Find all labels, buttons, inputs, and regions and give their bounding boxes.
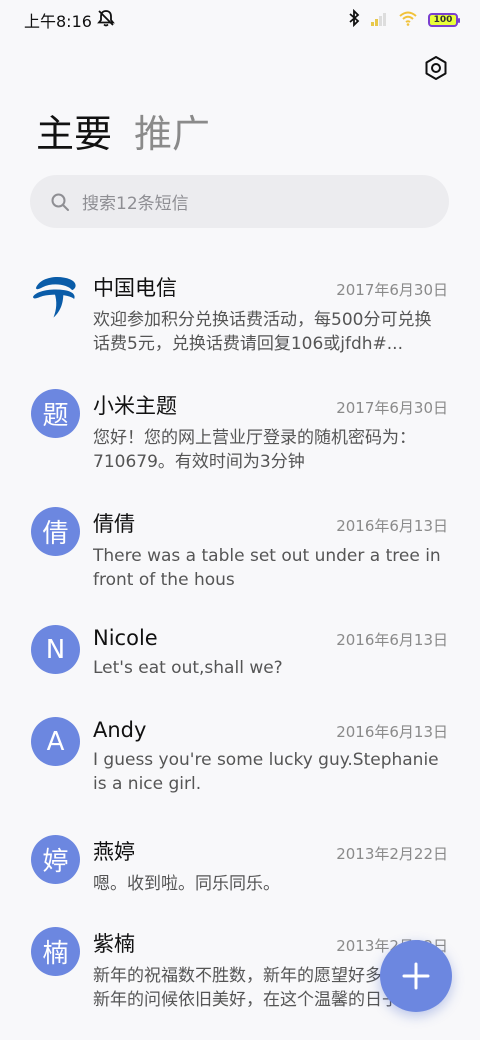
message-date: 2016年6月13日 [336, 631, 448, 649]
tab-primary[interactable]: 主要 [36, 108, 112, 160]
conversation-item[interactable]: 中国电信 2017年6月30日 欢迎参加积分兑换话费活动，每500分可兑换话费5… [0, 258, 480, 376]
search-placeholder: 搜索12条短信 [82, 194, 189, 214]
search-icon [51, 193, 69, 211]
message-date: 2016年6月13日 [336, 517, 448, 535]
status-bar: 上午8:16 100 [0, 0, 480, 40]
contact-name: Nicole [93, 626, 158, 650]
conversation-item[interactable]: A Andy 2016年6月13日 I guess you're some lu… [0, 704, 480, 822]
new-message-button[interactable] [380, 940, 452, 1012]
conversation-list: 中国电信 2017年6月30日 欢迎参加积分兑换话费活动，每500分可兑换话费5… [0, 258, 480, 1032]
message-preview: Let's eat out,shall we? [93, 658, 283, 678]
status-time: 上午8:16 [24, 12, 92, 31]
battery-icon: 100 [428, 13, 460, 27]
contact-name: 紫楠 [93, 932, 135, 956]
avatar: 题 [31, 389, 80, 438]
conversation-item[interactable]: 题 小米主题 2017年6月30日 您好！您的网上营业厅登录的随机密码为：710… [0, 376, 480, 494]
message-date: 2016年6月13日 [336, 723, 448, 741]
tab-promotions[interactable]: 推广 [134, 108, 210, 160]
message-preview: 您好！您的网上营业厅登录的随机密码为：710679。有效时间为3分钟 [93, 428, 416, 472]
message-date: 2017年6月30日 [336, 399, 448, 417]
signal-icon [370, 11, 388, 30]
avatar: 婷 [31, 835, 80, 884]
message-preview: 嗯。收到啦。同乐同乐。 [93, 874, 280, 894]
settings-hexagon-icon [425, 56, 447, 80]
message-preview: There was a table set out under a tree i… [93, 546, 441, 590]
avatar: 倩 [31, 507, 80, 556]
avatar: A [31, 717, 80, 766]
conversation-item[interactable]: 倩 倩倩 2016年6月13日 There was a table set ou… [0, 494, 480, 612]
status-left: 上午8:16 [24, 8, 116, 32]
message-preview: 欢迎参加积分兑换话费活动，每500分可兑换话费5元，兑换话费请回复106或jfd… [93, 310, 432, 354]
conversation-item[interactable]: N Nicole 2016年6月13日 Let's eat out,shall … [0, 612, 480, 704]
avatar-telecom-logo-icon [31, 271, 80, 320]
contact-name: Andy [93, 718, 147, 742]
avatar: 楠 [31, 927, 80, 976]
plus-icon [402, 962, 430, 990]
message-date: 2013年2月22日 [336, 845, 448, 863]
mute-icon [96, 9, 116, 31]
message-date: 2017年6月30日 [336, 281, 448, 299]
avatar: N [31, 625, 80, 674]
conversation-item[interactable]: 婷 燕婷 2013年2月22日 嗯。收到啦。同乐同乐。 [0, 822, 480, 914]
contact-name: 倩倩 [93, 512, 135, 536]
contact-name: 小米主题 [93, 394, 177, 418]
contact-name: 燕婷 [93, 840, 135, 864]
contact-name: 中国电信 [93, 276, 177, 300]
message-preview: I guess you're some lucky guy.Stephanie … [93, 750, 439, 794]
status-right: 100 [348, 8, 460, 31]
search-input[interactable]: 搜索12条短信 [30, 175, 449, 228]
settings-button[interactable] [420, 52, 452, 84]
category-tabs: 主要 推广 [36, 108, 210, 160]
wifi-icon [398, 10, 418, 30]
bluetooth-icon [348, 8, 360, 31]
